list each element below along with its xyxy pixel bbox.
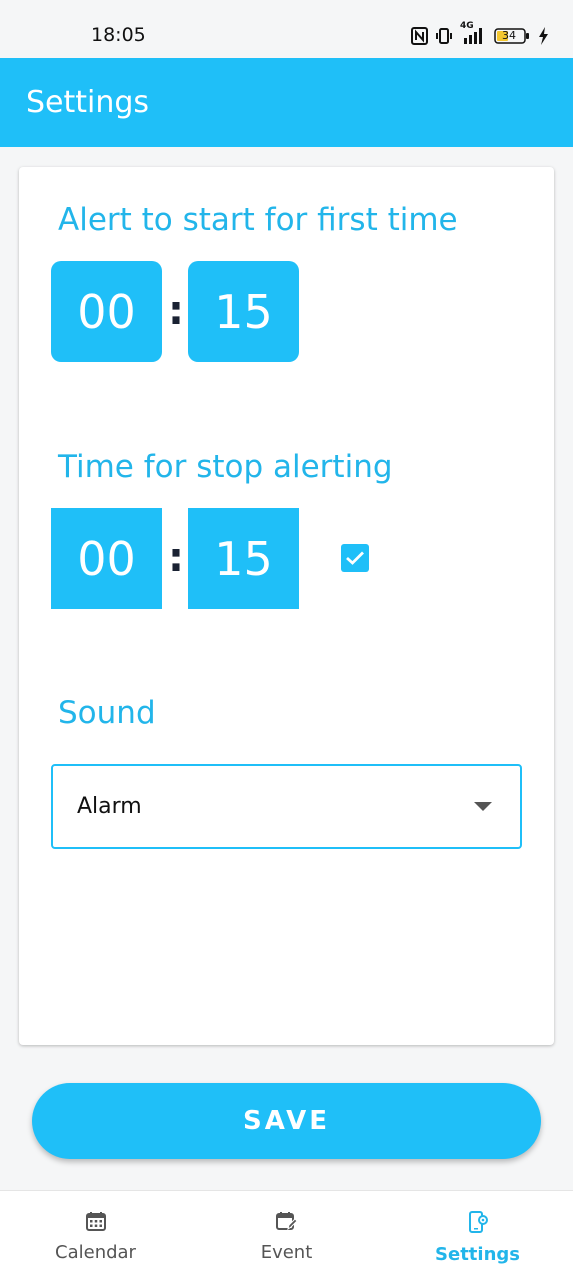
dropdown-arrow-icon (474, 802, 492, 811)
alert-stop-checkbox[interactable] (341, 544, 369, 572)
nav-label-event: Event (260, 1242, 313, 1263)
signal-icon: 4G (460, 21, 486, 45)
check-icon (346, 551, 364, 565)
battery-icon: 34 (494, 27, 530, 45)
calendar-icon (85, 1211, 106, 1231)
app-bar: Settings (0, 58, 573, 147)
status-time: 18:05 (91, 24, 146, 46)
nav-label-settings: Settings (435, 1244, 520, 1265)
bottom-nav: Calendar Event Settings (0, 1190, 573, 1280)
event-edit-icon (275, 1211, 298, 1231)
alert-stop-hours[interactable]: 00 (51, 508, 162, 609)
nav-item-calendar[interactable]: Calendar (0, 1191, 191, 1280)
status-bar: 18:05 4G 34 (0, 0, 573, 58)
save-button[interactable]: SAVE (32, 1083, 541, 1159)
alert-start-minutes[interactable]: 15 (188, 261, 299, 362)
alert-stop-separator: : (168, 535, 184, 581)
vibrate-icon (436, 27, 452, 45)
alert-start-hours[interactable]: 00 (51, 261, 162, 362)
nav-item-settings[interactable]: Settings (382, 1191, 573, 1280)
sound-select[interactable]: Alarm (51, 764, 522, 849)
alert-start-separator: : (168, 288, 184, 334)
phone-settings-icon (468, 1211, 488, 1233)
alert-stop-minutes[interactable]: 15 (188, 508, 299, 609)
sound-selected-value: Alarm (77, 794, 142, 819)
status-icons: 4G 34 (411, 21, 549, 48)
nav-item-event[interactable]: Event (191, 1191, 382, 1280)
page-title: Settings (26, 85, 150, 120)
nfc-icon (411, 27, 428, 45)
settings-card: Alert to start for first time 00 : 15 Ti… (19, 167, 554, 1045)
charging-icon (538, 27, 549, 45)
nav-label-calendar: Calendar (55, 1242, 136, 1263)
alert-stop-title: Time for stop alerting (58, 449, 393, 485)
sound-title: Sound (58, 695, 156, 731)
alert-start-title: Alert to start for first time (58, 202, 458, 238)
